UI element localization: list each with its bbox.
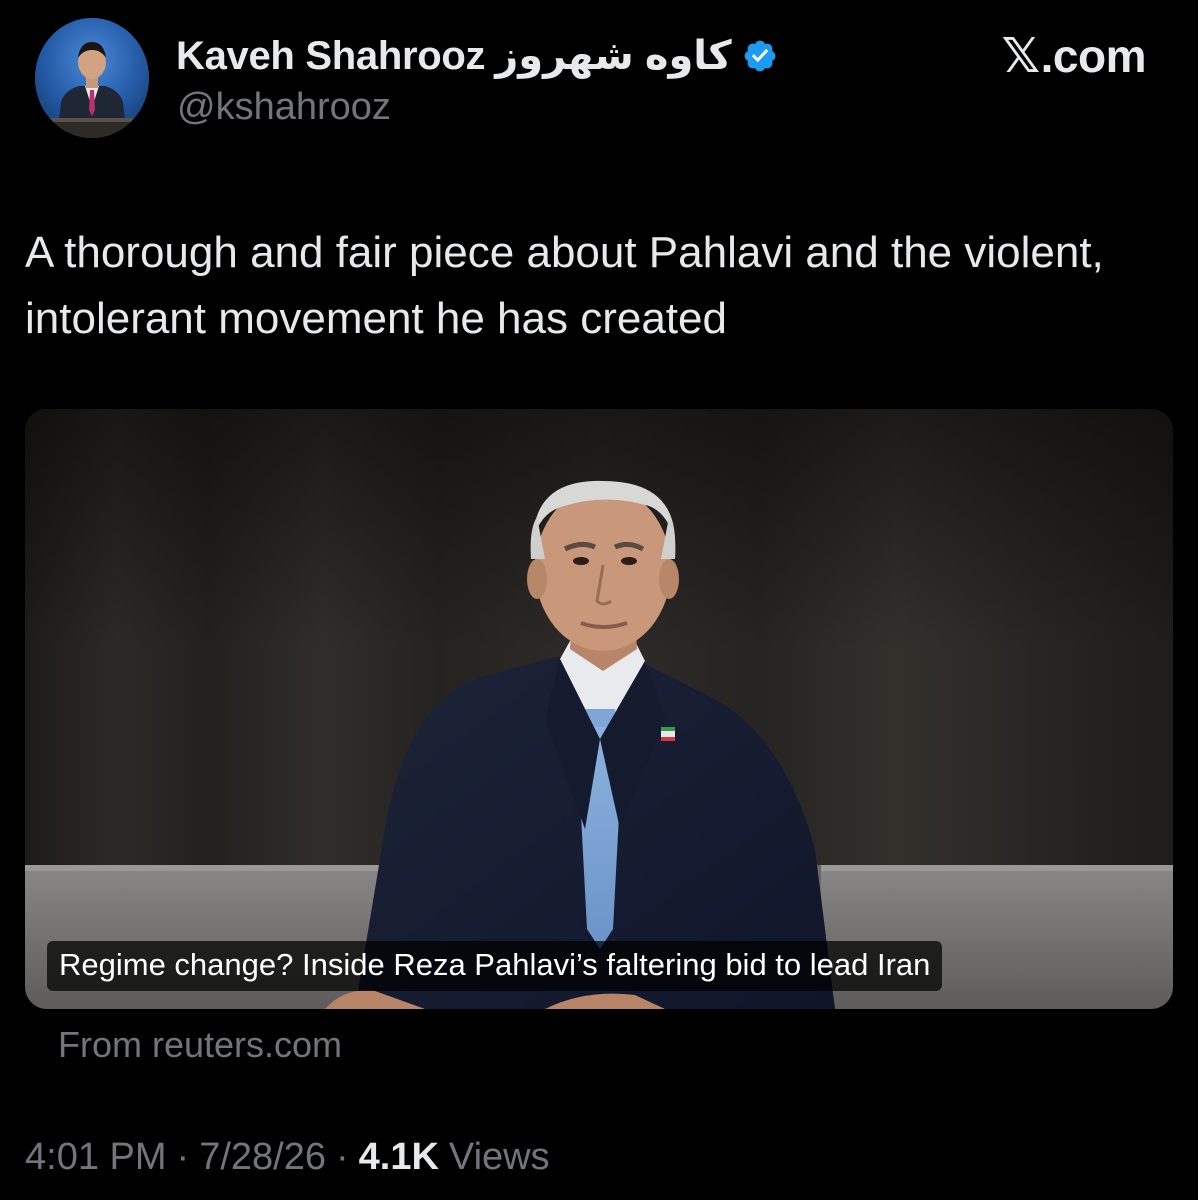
avatar[interactable] [35, 18, 149, 138]
author-display-name-persian[interactable]: کاوه شهروز [495, 34, 732, 78]
link-preview-title[interactable]: Regime change? Inside Reza Pahlavi’s fal… [47, 941, 943, 991]
link-source[interactable]: From reuters.com [58, 1024, 342, 1066]
link-preview-card[interactable]: Regime change? Inside Reza Pahlavi’s fal… [25, 409, 1173, 1009]
x-brand-logo: 𝕏 .com [1001, 28, 1146, 84]
meta-separator: · [176, 1136, 190, 1178]
tweet-text: A thorough and fair piece about Pahlavi … [25, 228, 1104, 343]
x-logo-icon: 𝕏 [1001, 28, 1040, 84]
link-preview-image [25, 409, 1173, 1009]
avatar-image [35, 18, 149, 138]
author-handle[interactable]: @kshahrooz [177, 86, 391, 129]
meta-separator: · [335, 1136, 349, 1178]
author-name-row[interactable]: Kaveh Shahrooz کاوه شهروز [176, 28, 778, 84]
views-count[interactable]: 4.1K [359, 1136, 439, 1179]
tweet-meta: 4:01 PM · 7/28/26 · 4.1K Views [25, 1136, 550, 1179]
tweet-time[interactable]: 4:01 PM [25, 1136, 167, 1179]
tweet-date[interactable]: 7/28/26 [199, 1136, 326, 1179]
author-display-name-latin[interactable]: Kaveh Shahrooz [176, 34, 486, 78]
author-display-name[interactable]: Kaveh Shahrooz کاوه شهروز [176, 33, 732, 79]
brand-label: .com [1040, 30, 1147, 82]
verified-badge-icon [742, 38, 778, 74]
views-label[interactable]: Views [449, 1136, 550, 1179]
